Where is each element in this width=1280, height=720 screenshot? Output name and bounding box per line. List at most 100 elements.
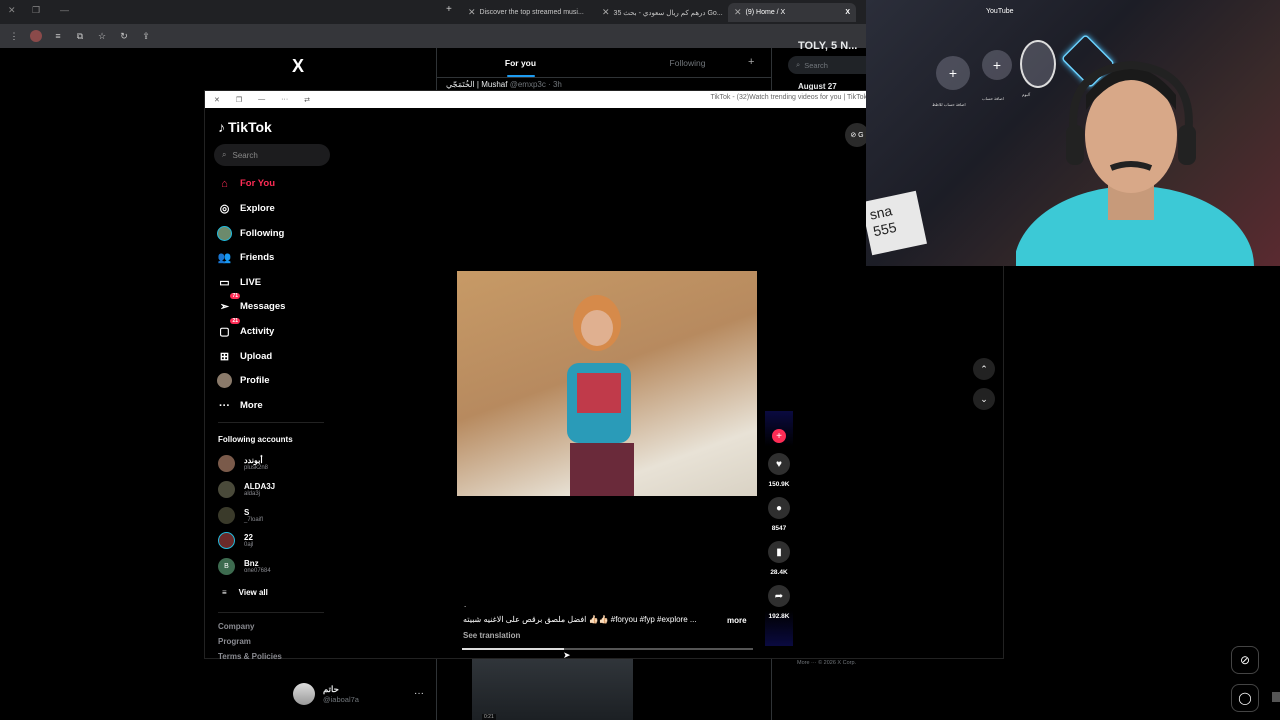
next-video-chevron-down-icon[interactable]: ⌄ bbox=[973, 388, 995, 410]
comment-count: 8547 bbox=[771, 525, 787, 532]
menu-dots-icon[interactable]: ··· bbox=[281, 96, 288, 103]
nav-following[interactable]: Following bbox=[217, 226, 284, 241]
video-duration: 0:21 bbox=[482, 714, 496, 720]
avatar-initial: B bbox=[218, 558, 235, 575]
nav-profile[interactable]: Profile bbox=[217, 373, 270, 388]
x-logo[interactable]: X bbox=[292, 56, 304, 77]
like-button[interactable]: ♥ 150.9K bbox=[767, 453, 791, 488]
close-icon[interactable]: ✕ bbox=[734, 7, 742, 18]
footer-link-program[interactable]: Program bbox=[218, 637, 251, 646]
nav-more[interactable]: ··· More bbox=[217, 398, 263, 413]
nav-for-you[interactable]: ⌂ For You bbox=[217, 176, 275, 191]
share-button[interactable]: ➦ 192.8K bbox=[767, 585, 791, 620]
save-button[interactable]: ▮ 28.4K bbox=[767, 541, 791, 576]
following-account[interactable]: S _7loaifl bbox=[218, 507, 263, 524]
messages-icon: ➢ 71 bbox=[219, 293, 240, 313]
mouse-cursor-icon: ➤ bbox=[563, 650, 571, 660]
browser-tab-3[interactable]: ✕ (9) Home / X X bbox=[728, 3, 856, 22]
window-minimize-icon[interactable]: — bbox=[60, 5, 69, 15]
comment-button[interactable]: ● 8547 bbox=[767, 497, 791, 532]
nav-messages[interactable]: ➢ 71 Messages bbox=[217, 293, 285, 314]
list-icon: ≡ bbox=[222, 588, 227, 597]
share-icon[interactable]: ⇪ bbox=[140, 30, 152, 42]
extensions-icon[interactable]: ≡ bbox=[52, 30, 64, 42]
video-player[interactable] bbox=[457, 271, 757, 496]
close-icon[interactable]: ✕ bbox=[602, 7, 610, 18]
upload-icon: ⊞ bbox=[219, 351, 230, 363]
messages-bubble-icon[interactable]: ◯ bbox=[1231, 684, 1259, 712]
tiktok-note-icon: ♪ bbox=[218, 119, 225, 135]
restore-icon[interactable]: ❐ bbox=[236, 96, 242, 104]
footer-link-company[interactable]: Company bbox=[218, 622, 254, 631]
profile-icon[interactable] bbox=[30, 30, 42, 42]
add-tab-icon[interactable]: + bbox=[748, 56, 754, 68]
post-author: الخُتَمَجّي | Mushaf bbox=[446, 80, 508, 89]
account-handle: alda3j bbox=[244, 491, 261, 497]
minimize-icon[interactable]: — bbox=[258, 96, 265, 103]
following-account[interactable]: أبوندد plusk2n8 bbox=[218, 455, 268, 472]
tab-label: (9) Home / X bbox=[745, 9, 786, 16]
cam-label: اضافة حساب للاظظ bbox=[932, 102, 966, 107]
nav-label: More bbox=[240, 400, 263, 411]
window-close-icon[interactable]: ✕ bbox=[8, 5, 16, 16]
refresh-icon[interactable]: ↻ bbox=[118, 30, 130, 42]
nav-live[interactable]: ▭ LIVE bbox=[217, 275, 261, 290]
translate-icon[interactable]: ⇄ bbox=[304, 96, 310, 104]
scrollbar[interactable] bbox=[1272, 692, 1280, 702]
window-restore-icon[interactable]: ❐ bbox=[32, 5, 40, 16]
previous-video-chevron-up-icon[interactable]: ⌃ bbox=[973, 358, 995, 380]
following-account[interactable]: ALDA3J alda3j bbox=[218, 481, 275, 498]
nav-label: Upload bbox=[240, 351, 273, 362]
browser-tab-1[interactable]: ✕ Discover the top streamed musi... bbox=[462, 3, 594, 22]
divider bbox=[218, 612, 324, 613]
search-icon: ⌕ bbox=[222, 150, 227, 159]
post-meta: @emxp3c · 3h bbox=[509, 80, 562, 89]
follow-plus-icon[interactable]: + bbox=[772, 429, 786, 443]
new-tab-icon[interactable]: + bbox=[446, 4, 452, 15]
nav-friends[interactable]: 👥 Friends bbox=[217, 250, 275, 265]
extension-puzzle-icon[interactable]: ⧉ bbox=[74, 30, 86, 42]
video-caption: افضل ملصق برقص على الاغنيه شبيته 👍🏻👍🏻 #f… bbox=[463, 615, 697, 624]
messages-badge: 71 bbox=[230, 293, 240, 299]
video-progress-bar[interactable] bbox=[462, 648, 753, 650]
tiktok-titlebar: ✕ ❐ — ··· ⇄ TikTok - (32)Watch trending … bbox=[205, 91, 867, 108]
following-account[interactable]: B Bnz one07684 bbox=[218, 558, 271, 575]
footer-link-terms[interactable]: Terms & Policies bbox=[218, 652, 282, 659]
video-thumbnail[interactable] bbox=[472, 659, 633, 720]
view-all-link[interactable]: ≡ View all bbox=[222, 588, 268, 597]
more-icon[interactable]: ··· bbox=[414, 688, 424, 699]
x-search-input[interactable]: ⌕ Search bbox=[788, 56, 866, 74]
share-count: 192.8K bbox=[768, 613, 790, 620]
compass-icon: ◎ bbox=[219, 203, 230, 215]
tab-for-you[interactable]: For you bbox=[437, 48, 604, 77]
account-name: ALDA3J bbox=[244, 482, 276, 491]
home-icon: ⌂ bbox=[221, 177, 228, 190]
grok-icon[interactable]: ⊘ bbox=[1231, 646, 1259, 674]
nav-activity[interactable]: ▢ 21 Activity bbox=[217, 318, 274, 339]
see-translation-link[interactable]: See translation bbox=[463, 631, 520, 640]
nav-upload[interactable]: ⊞ Upload bbox=[217, 349, 272, 364]
x-account-switcher[interactable]: حاتم @iaboal7a bbox=[293, 683, 359, 705]
caption-more-link[interactable]: more bbox=[727, 616, 747, 625]
live-icon: ▭ bbox=[219, 277, 230, 289]
avatar bbox=[218, 481, 235, 498]
window-title: TikTok - (32)Watch trending videos for y… bbox=[710, 94, 867, 101]
following-accounts-header: Following accounts bbox=[218, 435, 293, 444]
following-avatar-icon bbox=[217, 226, 232, 241]
tab-following[interactable]: Following bbox=[604, 48, 771, 77]
tiktok-logo[interactable]: ♪ TikTok bbox=[218, 119, 272, 135]
nav-explore[interactable]: ◎ Explore bbox=[217, 201, 275, 216]
browser-tab-2[interactable]: ✕ 35 ‎درهم كم ريال سعودي - بحث Go... bbox=[596, 3, 726, 22]
menu-dots-icon[interactable]: ⋮ bbox=[8, 30, 20, 42]
search-input[interactable]: ⌕ Search bbox=[214, 144, 330, 166]
search-icon: ⌕ bbox=[796, 60, 801, 69]
close-icon[interactable]: ✕ bbox=[214, 96, 220, 104]
heart-icon: ♥ bbox=[768, 453, 790, 475]
following-account[interactable]: 22 0ajl bbox=[218, 532, 253, 549]
account-handle: 0ajl bbox=[244, 542, 254, 548]
x-feed-tabs: For you Following bbox=[437, 48, 771, 78]
caption-author: . bbox=[464, 600, 467, 609]
bookmark-star-icon[interactable]: ☆ bbox=[96, 30, 108, 42]
close-icon[interactable]: ✕ bbox=[468, 7, 476, 18]
like-count: 150.9K bbox=[768, 481, 790, 488]
